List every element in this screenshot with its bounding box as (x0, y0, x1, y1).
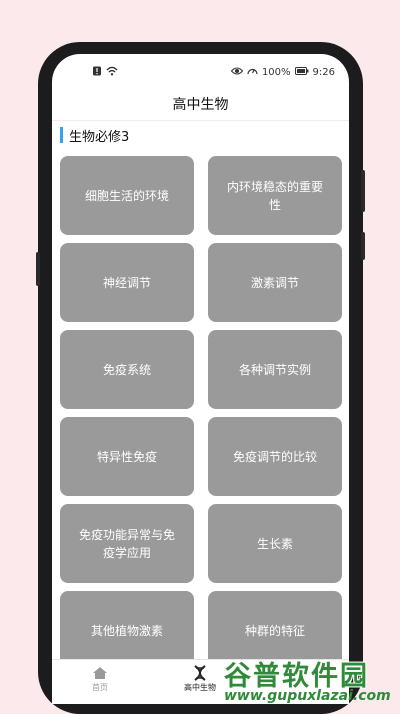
appbar-divider (52, 120, 349, 121)
sim-alert-icon (92, 66, 102, 79)
topic-card[interactable]: 生长素 (208, 504, 342, 583)
topic-card[interactable]: 激素调节 (208, 243, 342, 322)
topic-card[interactable]: 免疫调节的比较 (208, 417, 342, 496)
watermark-url: www.gupuxlazai.com (224, 688, 391, 704)
section-accent-bar (60, 127, 63, 143)
wifi-icon (106, 66, 118, 79)
section-header: 生物必修3 (60, 126, 130, 145)
battery-icon (294, 67, 309, 78)
topic-card[interactable]: 免疫系统 (60, 330, 194, 409)
topic-grid: 细胞生活的环境 内环境稳态的重要性 神经调节 激素调节 免疫系统 各种调节实例 … (60, 156, 342, 670)
power-button (361, 232, 365, 260)
topic-card[interactable]: 神经调节 (60, 243, 194, 322)
section-title: 生物必修3 (69, 129, 130, 145)
eye-icon (230, 66, 244, 79)
topic-card[interactable]: 各种调节实例 (208, 330, 342, 409)
app-screen: 100% 9:26 高中生物 生物必修3 细胞生活的环境 内环境稳态的重要性 神… (52, 54, 349, 704)
nav-home-label: 首页 (92, 683, 108, 692)
watermark-logo: 谷普软件园 www.gupuxlazai.com (214, 654, 400, 711)
topic-card[interactable]: 细胞生活的环境 (60, 156, 194, 235)
side-button (36, 252, 40, 286)
topic-card[interactable]: 免疫功能异常与免疫学应用 (60, 504, 194, 583)
page-title: 高中生物 (172, 97, 229, 113)
topic-card[interactable]: 内环境稳态的重要性 (208, 156, 342, 235)
battery-percent: 100% (261, 67, 291, 78)
topic-card[interactable]: 特异性免疫 (60, 417, 194, 496)
clock-time: 9:26 (312, 67, 335, 78)
volume-button (361, 170, 365, 212)
status-bar: 100% 9:26 (52, 62, 349, 82)
speedometer-icon (247, 66, 258, 79)
nav-home[interactable]: 首页 (60, 664, 140, 693)
home-icon (60, 664, 140, 682)
